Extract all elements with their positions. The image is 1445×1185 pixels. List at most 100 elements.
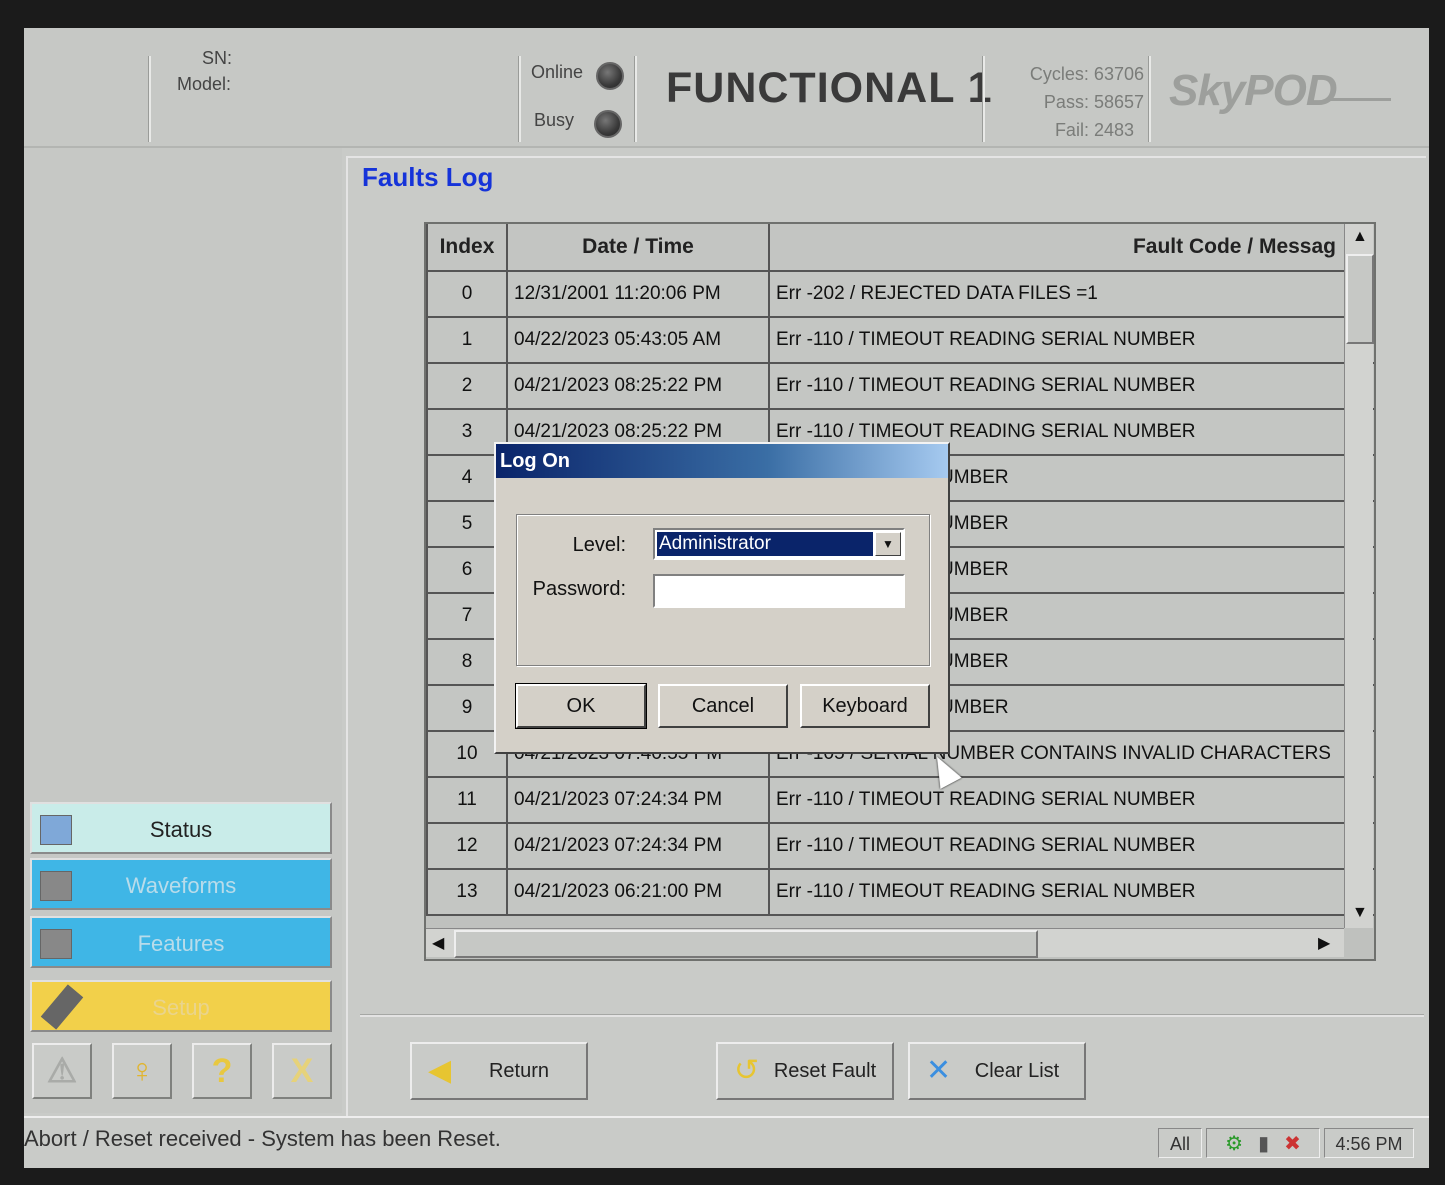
- battery-icon[interactable]: ▮: [1258, 1133, 1269, 1155]
- level-selected-value: Administrator: [657, 532, 873, 556]
- level-label: Level:: [572, 534, 626, 556]
- fail-count: Fail: 2483: [1054, 120, 1134, 140]
- row-fault-cell: Err -202 / REJECTED DATA FILES =1: [768, 270, 1374, 318]
- header-bar: SN: Model: Online Busy FUNCTIONAL 1 Cycl…: [24, 28, 1429, 148]
- table-row[interactable]: 0 12/31/2001 11:20:06 PM Err -202 / REJECT…: [426, 270, 1374, 318]
- close-button[interactable]: X: [272, 1043, 332, 1099]
- logo-underline: [1329, 98, 1391, 101]
- return-label: Return: [488, 1060, 550, 1082]
- chevron-down-icon[interactable]: ▼: [875, 532, 901, 556]
- header-divider: [148, 56, 151, 142]
- network-icon[interactable]: ⚙: [1225, 1133, 1243, 1155]
- nav-waveforms-label: Waveforms: [125, 873, 237, 898]
- row-fault-cell: Err -110 / TIMEOUT READING SERIAL NUMBER: [768, 776, 1374, 824]
- clock: 4:56 PM: [1324, 1128, 1414, 1158]
- warning-icon: ⚠: [46, 1052, 78, 1090]
- busy-indicator-icon: [594, 110, 622, 138]
- level-select[interactable]: Administrator ▼: [653, 528, 905, 560]
- clear-list-button[interactable]: ✕ Clear List: [908, 1042, 1086, 1100]
- password-label: Password:: [532, 578, 626, 600]
- horizontal-scrollbar[interactable]: ◀ ▶: [426, 928, 1344, 958]
- nav-setup-label: Setup: [152, 995, 210, 1020]
- header-divider: [1148, 56, 1151, 142]
- reset-fault-button[interactable]: ↺ Reset Fault: [716, 1042, 894, 1100]
- scroll-down-icon[interactable]: ▼: [1352, 904, 1368, 922]
- cancel-button[interactable]: Cancel: [658, 684, 788, 728]
- sn-label: SN:: [202, 48, 233, 68]
- clear-list-label: Clear List: [974, 1060, 1060, 1082]
- header-divider: [518, 56, 521, 142]
- ok-button[interactable]: OK: [515, 683, 647, 729]
- nav-features-label: Features: [137, 931, 225, 956]
- content-divider: [360, 1014, 1424, 1017]
- alert-icon[interactable]: ✖: [1284, 1133, 1301, 1155]
- row-datetime-cell: 04/21/2023 06:21:00 PM: [506, 868, 770, 916]
- warning-button[interactable]: ⚠: [32, 1043, 92, 1099]
- features-icon: [40, 929, 72, 959]
- row-index-cell: 11: [426, 776, 508, 824]
- row-fault-cell: Err -110 / TIMEOUT READING SERIAL NUMBER: [768, 362, 1374, 410]
- table-header-row: Index Date / Time Fault Code / Messag: [426, 224, 1374, 272]
- brand-logo: SkyPOD: [1169, 66, 1338, 115]
- password-field[interactable]: [653, 574, 905, 608]
- tray-icons: ⚙ ▮ ✖: [1206, 1128, 1320, 1158]
- busy-label: Busy: [534, 110, 575, 130]
- scroll-left-icon[interactable]: ◀: [432, 933, 444, 953]
- status-bar: Abort / Reset received - System has been…: [24, 1116, 1429, 1168]
- column-header-index[interactable]: Index: [426, 224, 508, 272]
- reset-fault-label: Reset Fault: [773, 1060, 877, 1082]
- return-button[interactable]: ◀ Return: [410, 1042, 588, 1100]
- table-row[interactable]: 12 04/21/2023 07:24:34 PM Err -110 / TIMEO…: [426, 822, 1374, 870]
- online-label: Online: [531, 62, 584, 82]
- pass-count: Pass: 58657: [1043, 92, 1144, 112]
- help-icon: ?: [211, 1052, 233, 1090]
- row-datetime-cell: 04/21/2023 07:24:34 PM: [506, 822, 770, 870]
- scroll-right-icon[interactable]: ▶: [1318, 933, 1330, 953]
- column-header-fault[interactable]: Fault Code / Messag: [768, 224, 1374, 272]
- row-index-cell: 12: [426, 822, 508, 870]
- app-screen: SN: Model: Online Busy FUNCTIONAL 1 Cycl…: [24, 28, 1429, 1168]
- column-header-datetime[interactable]: Date / Time: [506, 224, 770, 272]
- row-index-cell: 0: [426, 270, 508, 318]
- keyboard-button[interactable]: Keyboard: [800, 684, 930, 728]
- nav-waveforms-button[interactable]: Waveforms: [30, 858, 332, 910]
- log-on-dialog: Log On Level: Administrator ▼ Password: …: [494, 442, 950, 754]
- table-row[interactable]: 11 04/21/2023 07:24:34 PM Err -110 / TIMEO…: [426, 776, 1374, 824]
- model-label: Model:: [177, 74, 232, 94]
- scroll-up-icon[interactable]: ▲: [1352, 228, 1368, 246]
- close-icon: X: [290, 1052, 314, 1090]
- row-datetime-cell: 04/22/2023 05:43:05 AM: [506, 316, 770, 364]
- row-fault-cell: Err -110 / TIMEOUT READING SERIAL NUMBER: [768, 868, 1374, 916]
- row-index-cell: 13: [426, 868, 508, 916]
- nav-status-button[interactable]: Status: [30, 802, 332, 854]
- key-button[interactable]: ♀: [112, 1043, 172, 1099]
- header-divider: [634, 56, 637, 142]
- online-indicator-icon: [596, 62, 624, 90]
- table-row[interactable]: 13 04/21/2023 06:21:00 PM Err -110 / TIMEO…: [426, 868, 1374, 916]
- table-row[interactable]: 1 04/22/2023 05:43:05 AM Err -110 / TIMEOU…: [426, 316, 1374, 364]
- nav-setup-button[interactable]: Setup: [30, 980, 332, 1032]
- filter-indicator[interactable]: All: [1158, 1128, 1202, 1158]
- vertical-scroll-thumb[interactable]: [1346, 254, 1374, 344]
- row-index-cell: 1: [426, 316, 508, 364]
- page-title: Faults Log: [362, 162, 494, 192]
- status-message: Abort / Reset received - System has been…: [24, 1126, 501, 1151]
- horizontal-scroll-thumb[interactable]: [454, 930, 1038, 958]
- waveforms-icon: [40, 871, 72, 901]
- status-list-icon: [40, 815, 72, 845]
- row-fault-cell: Err -110 / TIMEOUT READING SERIAL NUMBER: [768, 316, 1374, 364]
- table-row[interactable]: 2 04/21/2023 08:25:22 PM Err -110 / TIMEOU…: [426, 362, 1374, 410]
- nav-status-label: Status: [149, 817, 213, 842]
- nav-features-button[interactable]: Features: [30, 916, 332, 968]
- row-index-cell: 2: [426, 362, 508, 410]
- help-button[interactable]: ?: [192, 1043, 252, 1099]
- vertical-scrollbar[interactable]: ▲ ▼: [1344, 224, 1374, 928]
- row-datetime-cell: 04/21/2023 07:24:34 PM: [506, 776, 770, 824]
- key-icon: ♀: [129, 1052, 155, 1090]
- row-datetime-cell: 12/31/2001 11:20:06 PM: [506, 270, 770, 318]
- row-datetime-cell: 04/21/2023 08:25:22 PM: [506, 362, 770, 410]
- cycles-count: Cycles: 63706: [1029, 64, 1144, 84]
- mode-title: FUNCTIONAL 1: [666, 64, 993, 112]
- row-fault-cell: Err -110 / TIMEOUT READING SERIAL NUMBER: [768, 822, 1374, 870]
- wrench-icon: [40, 984, 84, 1030]
